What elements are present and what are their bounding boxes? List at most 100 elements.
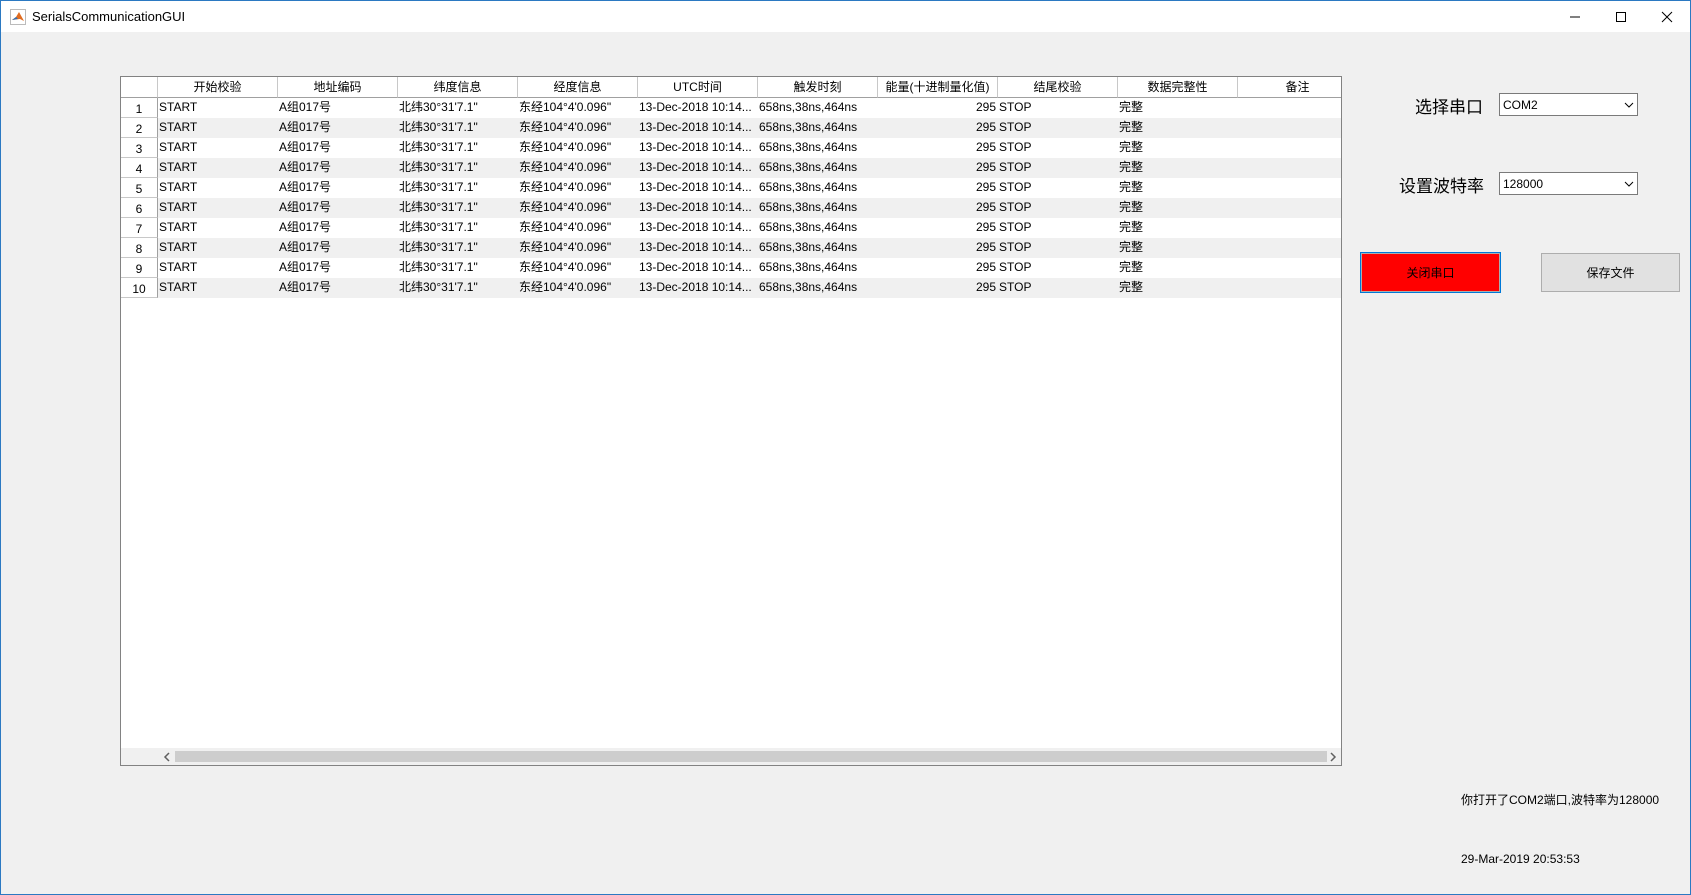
table-cell[interactable]: 北纬30°31'7.1" bbox=[398, 98, 518, 118]
table-cell[interactable]: A组017号 bbox=[278, 178, 398, 198]
table-cell[interactable] bbox=[1238, 118, 1341, 138]
table-cell[interactable]: 13-Dec-2018 10:14... bbox=[638, 98, 758, 118]
row-number[interactable]: 10 bbox=[121, 278, 158, 298]
data-table[interactable]: 开始校验 地址编码 纬度信息 经度信息 UTC时间 触发时刻 能量(十进制量化值) 结尾校验数… bbox=[120, 76, 1342, 766]
table-cell[interactable]: 658ns,38ns,464ns bbox=[758, 118, 878, 138]
table-cell[interactable]: START bbox=[158, 258, 278, 278]
table-cell[interactable]: 完整 bbox=[1118, 118, 1238, 138]
table-cell[interactable]: 完整 bbox=[1118, 138, 1238, 158]
table-cell[interactable]: 13-Dec-2018 10:14... bbox=[638, 138, 758, 158]
table-cell[interactable]: 295 bbox=[878, 238, 998, 258]
table-row[interactable]: 3 START A组017号 北纬30°31'7.1" 东经104°4'0.096" 13… bbox=[121, 138, 1341, 158]
table-cell[interactable]: 完整 bbox=[1118, 178, 1238, 198]
table-cell[interactable]: START bbox=[158, 138, 278, 158]
table-cell[interactable]: 完整 bbox=[1118, 278, 1238, 298]
table-cell[interactable]: 北纬30°31'7.1" bbox=[398, 258, 518, 278]
column-header[interactable]: 经度信息 bbox=[518, 77, 638, 98]
table-cell[interactable] bbox=[1238, 178, 1341, 198]
table-cell[interactable]: START bbox=[158, 98, 278, 118]
table-cell[interactable]: STOP bbox=[998, 278, 1118, 298]
table-cell[interactable]: START bbox=[158, 238, 278, 258]
save-file-button[interactable]: 保存文件 bbox=[1541, 253, 1680, 292]
row-number[interactable]: 9 bbox=[121, 258, 158, 278]
port-select[interactable]: COM2 bbox=[1499, 93, 1638, 116]
table-cell[interactable]: 完整 bbox=[1118, 158, 1238, 178]
table-cell[interactable]: 658ns,38ns,464ns bbox=[758, 278, 878, 298]
table-cell[interactable]: 北纬30°31'7.1" bbox=[398, 138, 518, 158]
table-row[interactable]: 2 START A组017号 北纬30°31'7.1" 东经104°4'0.096" 13… bbox=[121, 118, 1341, 138]
table-cell[interactable]: 13-Dec-2018 10:14... bbox=[638, 278, 758, 298]
table-cell[interactable] bbox=[1238, 278, 1341, 298]
table-cell[interactable]: 13-Dec-2018 10:14... bbox=[638, 258, 758, 278]
table-cell[interactable]: 完整 bbox=[1118, 258, 1238, 278]
table-cell[interactable]: A组017号 bbox=[278, 258, 398, 278]
table-cell[interactable]: STOP bbox=[998, 258, 1118, 278]
horizontal-scrollbar[interactable] bbox=[121, 748, 1341, 765]
table-cell[interactable]: A组017号 bbox=[278, 198, 398, 218]
table-cell[interactable]: 东经104°4'0.096" bbox=[518, 278, 638, 298]
table-cell[interactable]: START bbox=[158, 158, 278, 178]
table-cell[interactable]: 295 bbox=[878, 258, 998, 278]
table-cell[interactable]: A组017号 bbox=[278, 98, 398, 118]
table-cell[interactable]: 东经104°4'0.096" bbox=[518, 178, 638, 198]
table-cell[interactable]: 13-Dec-2018 10:14... bbox=[638, 118, 758, 138]
table-cell[interactable]: A组017号 bbox=[278, 158, 398, 178]
row-number[interactable]: 1 bbox=[121, 98, 158, 118]
column-header[interactable]: UTC时间 bbox=[638, 77, 758, 98]
table-cell[interactable]: 东经104°4'0.096" bbox=[518, 158, 638, 178]
table-cell[interactable]: 295 bbox=[878, 158, 998, 178]
table-cell[interactable]: STOP bbox=[998, 118, 1118, 138]
table-cell[interactable]: STOP bbox=[998, 98, 1118, 118]
table-cell[interactable]: 北纬30°31'7.1" bbox=[398, 278, 518, 298]
table-cell[interactable]: 东经104°4'0.096" bbox=[518, 198, 638, 218]
table-row[interactable]: 5 START A组017号 北纬30°31'7.1" 东经104°4'0.096" 13… bbox=[121, 178, 1341, 198]
table-cell[interactable]: STOP bbox=[998, 178, 1118, 198]
table-row[interactable]: 1 START A组017号 北纬30°31'7.1" 东经104°4'0.096" 13… bbox=[121, 98, 1341, 118]
table-row[interactable]: 9 START A组017号 北纬30°31'7.1" 东经104°4'0.096" 13… bbox=[121, 258, 1341, 278]
table-row[interactable]: 8 START A组017号 北纬30°31'7.1" 东经104°4'0.096" 13… bbox=[121, 238, 1341, 258]
minimize-button[interactable] bbox=[1552, 1, 1598, 32]
row-number[interactable]: 4 bbox=[121, 158, 158, 178]
column-header[interactable]: 结尾校验 bbox=[998, 77, 1118, 98]
column-header[interactable]: 地址编码 bbox=[278, 77, 398, 98]
table-cell[interactable]: 658ns,38ns,464ns bbox=[758, 138, 878, 158]
scrollbar-thumb[interactable] bbox=[175, 751, 1327, 762]
table-cell[interactable]: 完整 bbox=[1118, 198, 1238, 218]
table-cell[interactable]: START bbox=[158, 118, 278, 138]
scroll-left-button[interactable] bbox=[158, 748, 175, 765]
table-cell[interactable]: A组017号 bbox=[278, 138, 398, 158]
table-cell[interactable]: 295 bbox=[878, 98, 998, 118]
table-cell[interactable]: 北纬30°31'7.1" bbox=[398, 238, 518, 258]
table-cell[interactable]: 295 bbox=[878, 118, 998, 138]
table-cell[interactable]: 完整 bbox=[1118, 218, 1238, 238]
row-number[interactable]: 7 bbox=[121, 218, 158, 238]
table-cell[interactable]: START bbox=[158, 198, 278, 218]
table-cell[interactable]: 完整 bbox=[1118, 98, 1238, 118]
table-cell[interactable]: 13-Dec-2018 10:14... bbox=[638, 218, 758, 238]
table-cell[interactable]: 13-Dec-2018 10:14... bbox=[638, 178, 758, 198]
table-cell[interactable]: 东经104°4'0.096" bbox=[518, 118, 638, 138]
table-cell[interactable]: 295 bbox=[878, 178, 998, 198]
table-cell[interactable] bbox=[1238, 158, 1341, 178]
table-cell[interactable]: A组017号 bbox=[278, 218, 398, 238]
table-cell[interactable]: 13-Dec-2018 10:14... bbox=[638, 238, 758, 258]
table-cell[interactable]: START bbox=[158, 218, 278, 238]
column-header[interactable]: 开始校验 bbox=[158, 77, 278, 98]
table-cell[interactable]: 658ns,38ns,464ns bbox=[758, 178, 878, 198]
row-number[interactable]: 8 bbox=[121, 238, 158, 258]
table-cell[interactable]: 295 bbox=[878, 198, 998, 218]
table-cell[interactable]: START bbox=[158, 278, 278, 298]
table-cell[interactable] bbox=[1238, 198, 1341, 218]
close-button[interactable] bbox=[1644, 1, 1690, 32]
row-number[interactable]: 2 bbox=[121, 118, 158, 138]
column-header[interactable]: 能量(十进制量化值) bbox=[878, 77, 998, 98]
table-cell[interactable]: 13-Dec-2018 10:14... bbox=[638, 158, 758, 178]
table-cell[interactable]: 658ns,38ns,464ns bbox=[758, 238, 878, 258]
table-cell[interactable]: A组017号 bbox=[278, 238, 398, 258]
table-cell[interactable]: 295 bbox=[878, 138, 998, 158]
table-cell[interactable] bbox=[1238, 218, 1341, 238]
baud-select[interactable]: 128000 bbox=[1499, 172, 1638, 195]
maximize-button[interactable] bbox=[1598, 1, 1644, 32]
table-cell[interactable] bbox=[1238, 138, 1341, 158]
table-cell[interactable] bbox=[1238, 98, 1341, 118]
